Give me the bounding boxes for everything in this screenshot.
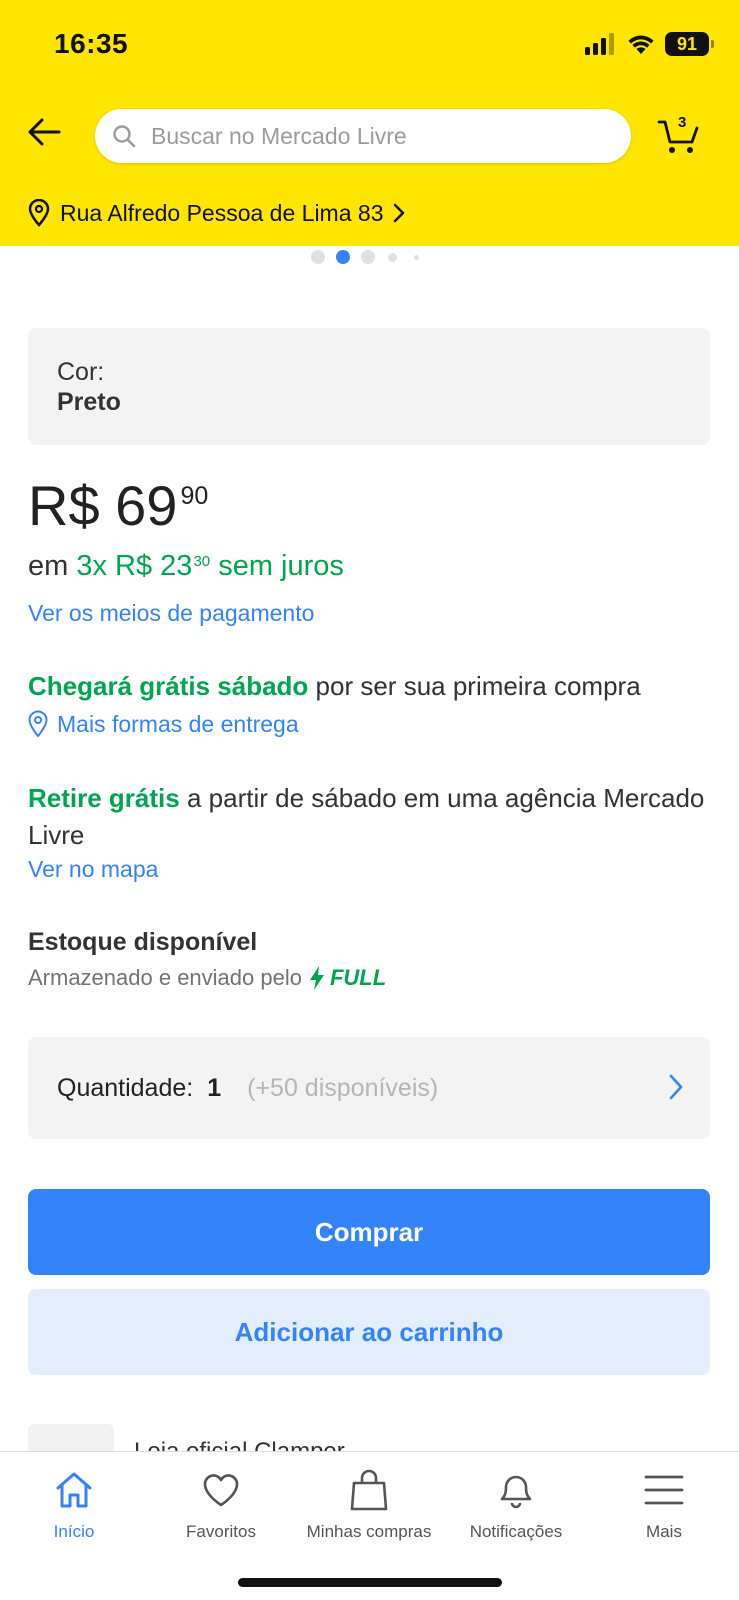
wifi-icon xyxy=(628,35,654,54)
nav-label: Notificações xyxy=(469,1522,563,1541)
carousel-dot xyxy=(388,253,397,262)
shipping-arrival: Chegará grátis sábado por ser sua primei… xyxy=(28,671,641,702)
home-icon xyxy=(52,1468,96,1512)
app-header: 16:35 91 Buscar no Mercado Livre 3 Rua A… xyxy=(0,0,739,246)
nav-label: Favoritos xyxy=(186,1522,256,1541)
nav-item-home[interactable]: Início xyxy=(0,1468,148,1542)
quantity-label: Quantidade: xyxy=(57,1073,194,1102)
chevron-right-icon xyxy=(669,1074,683,1100)
stock-subtitle: Armazenado e enviado pelo FULL xyxy=(28,965,386,991)
nav-label: Mais xyxy=(646,1522,682,1541)
installments-info: em 3x R$ 23 30 sem juros xyxy=(28,550,344,583)
search-bar[interactable] xyxy=(95,109,631,163)
back-button[interactable] xyxy=(22,110,66,154)
color-value: Preto xyxy=(57,388,121,416)
carousel-dot-active xyxy=(336,250,350,264)
more-delivery-link: Mais formas de entrega xyxy=(57,710,299,737)
installments-main: 3x R$ 23 xyxy=(76,550,193,582)
quantity-selector[interactable]: Quantidade: 1 (+50 disponíveis) xyxy=(28,1037,710,1139)
heart-icon xyxy=(199,1468,243,1512)
full-badge-text: FULL xyxy=(329,965,387,990)
add-to-cart-button[interactable]: Adicionar ao carrinho xyxy=(28,1289,710,1375)
carousel-dot xyxy=(361,250,375,264)
price-main: R$ 69 xyxy=(28,474,178,537)
nav-item-notifications[interactable]: Notificações xyxy=(442,1468,590,1542)
cellular-signal-icon xyxy=(585,33,614,55)
stock-title: Estoque disponível xyxy=(28,928,258,956)
nav-item-favorites[interactable]: Favoritos xyxy=(147,1468,295,1542)
arrival-highlight: Chegará grátis sábado xyxy=(28,671,309,701)
full-badge: FULL xyxy=(308,965,386,991)
arrival-rest: por ser sua primeira compra xyxy=(315,671,641,701)
product-price: R$ 69 90 xyxy=(28,474,208,538)
chevron-right-icon xyxy=(394,203,405,223)
cart-count-badge: 3 xyxy=(678,114,687,131)
status-time: 16:35 xyxy=(54,28,129,59)
installments-suffix: sem juros xyxy=(218,550,344,582)
carousel-dot xyxy=(414,255,419,260)
home-indicator[interactable] xyxy=(238,1578,502,1587)
search-input[interactable] xyxy=(151,122,591,150)
payment-methods-link[interactable]: Ver os meios de pagamento xyxy=(28,600,314,627)
arrow-left-icon xyxy=(28,118,61,146)
installments-prefix: em xyxy=(28,550,69,582)
battery-level: 91 xyxy=(676,33,698,54)
menu-icon xyxy=(642,1468,686,1512)
quantity-value: 1 xyxy=(207,1073,222,1102)
view-map-link[interactable]: Ver no mapa xyxy=(28,856,158,883)
nav-item-purchases[interactable]: Minhas compras xyxy=(295,1468,443,1542)
stock-subtitle-text: Armazenado e enviado pelo xyxy=(28,965,302,990)
more-delivery-options[interactable]: Mais formas de entrega xyxy=(28,709,299,739)
nav-label: Início xyxy=(53,1522,95,1541)
address-text: Rua Alfredo Pessoa de Lima 83 xyxy=(60,199,384,226)
pickup-highlight: Retire grátis xyxy=(28,783,180,813)
color-selector[interactable]: Cor: Preto xyxy=(28,328,710,445)
nav-label: Minhas compras xyxy=(306,1522,432,1541)
image-carousel-indicator xyxy=(0,250,739,264)
search-icon xyxy=(111,123,137,149)
pickup-info: Retire grátis a partir de sábado em uma … xyxy=(28,780,708,854)
quantity-available: (+50 disponíveis) xyxy=(247,1073,439,1102)
buy-button[interactable]: Comprar xyxy=(28,1189,710,1275)
nav-item-more[interactable]: Mais xyxy=(590,1468,738,1542)
price-cents: 90 xyxy=(180,482,209,510)
location-pin-icon xyxy=(28,710,48,738)
status-icons: 91 xyxy=(585,31,714,57)
delivery-address[interactable]: Rua Alfredo Pessoa de Lima 83 xyxy=(28,196,405,230)
location-pin-icon xyxy=(28,199,50,227)
cart-button[interactable]: 3 xyxy=(657,110,707,160)
battery-indicator: 91 xyxy=(665,32,714,56)
shopping-bag-icon xyxy=(347,1468,391,1512)
bell-icon xyxy=(494,1468,538,1512)
store-logo xyxy=(28,1424,114,1454)
installments-cents: 30 xyxy=(193,553,211,570)
lightning-icon xyxy=(309,966,324,990)
color-label: Cor: xyxy=(57,358,105,386)
carousel-dot xyxy=(311,250,325,264)
